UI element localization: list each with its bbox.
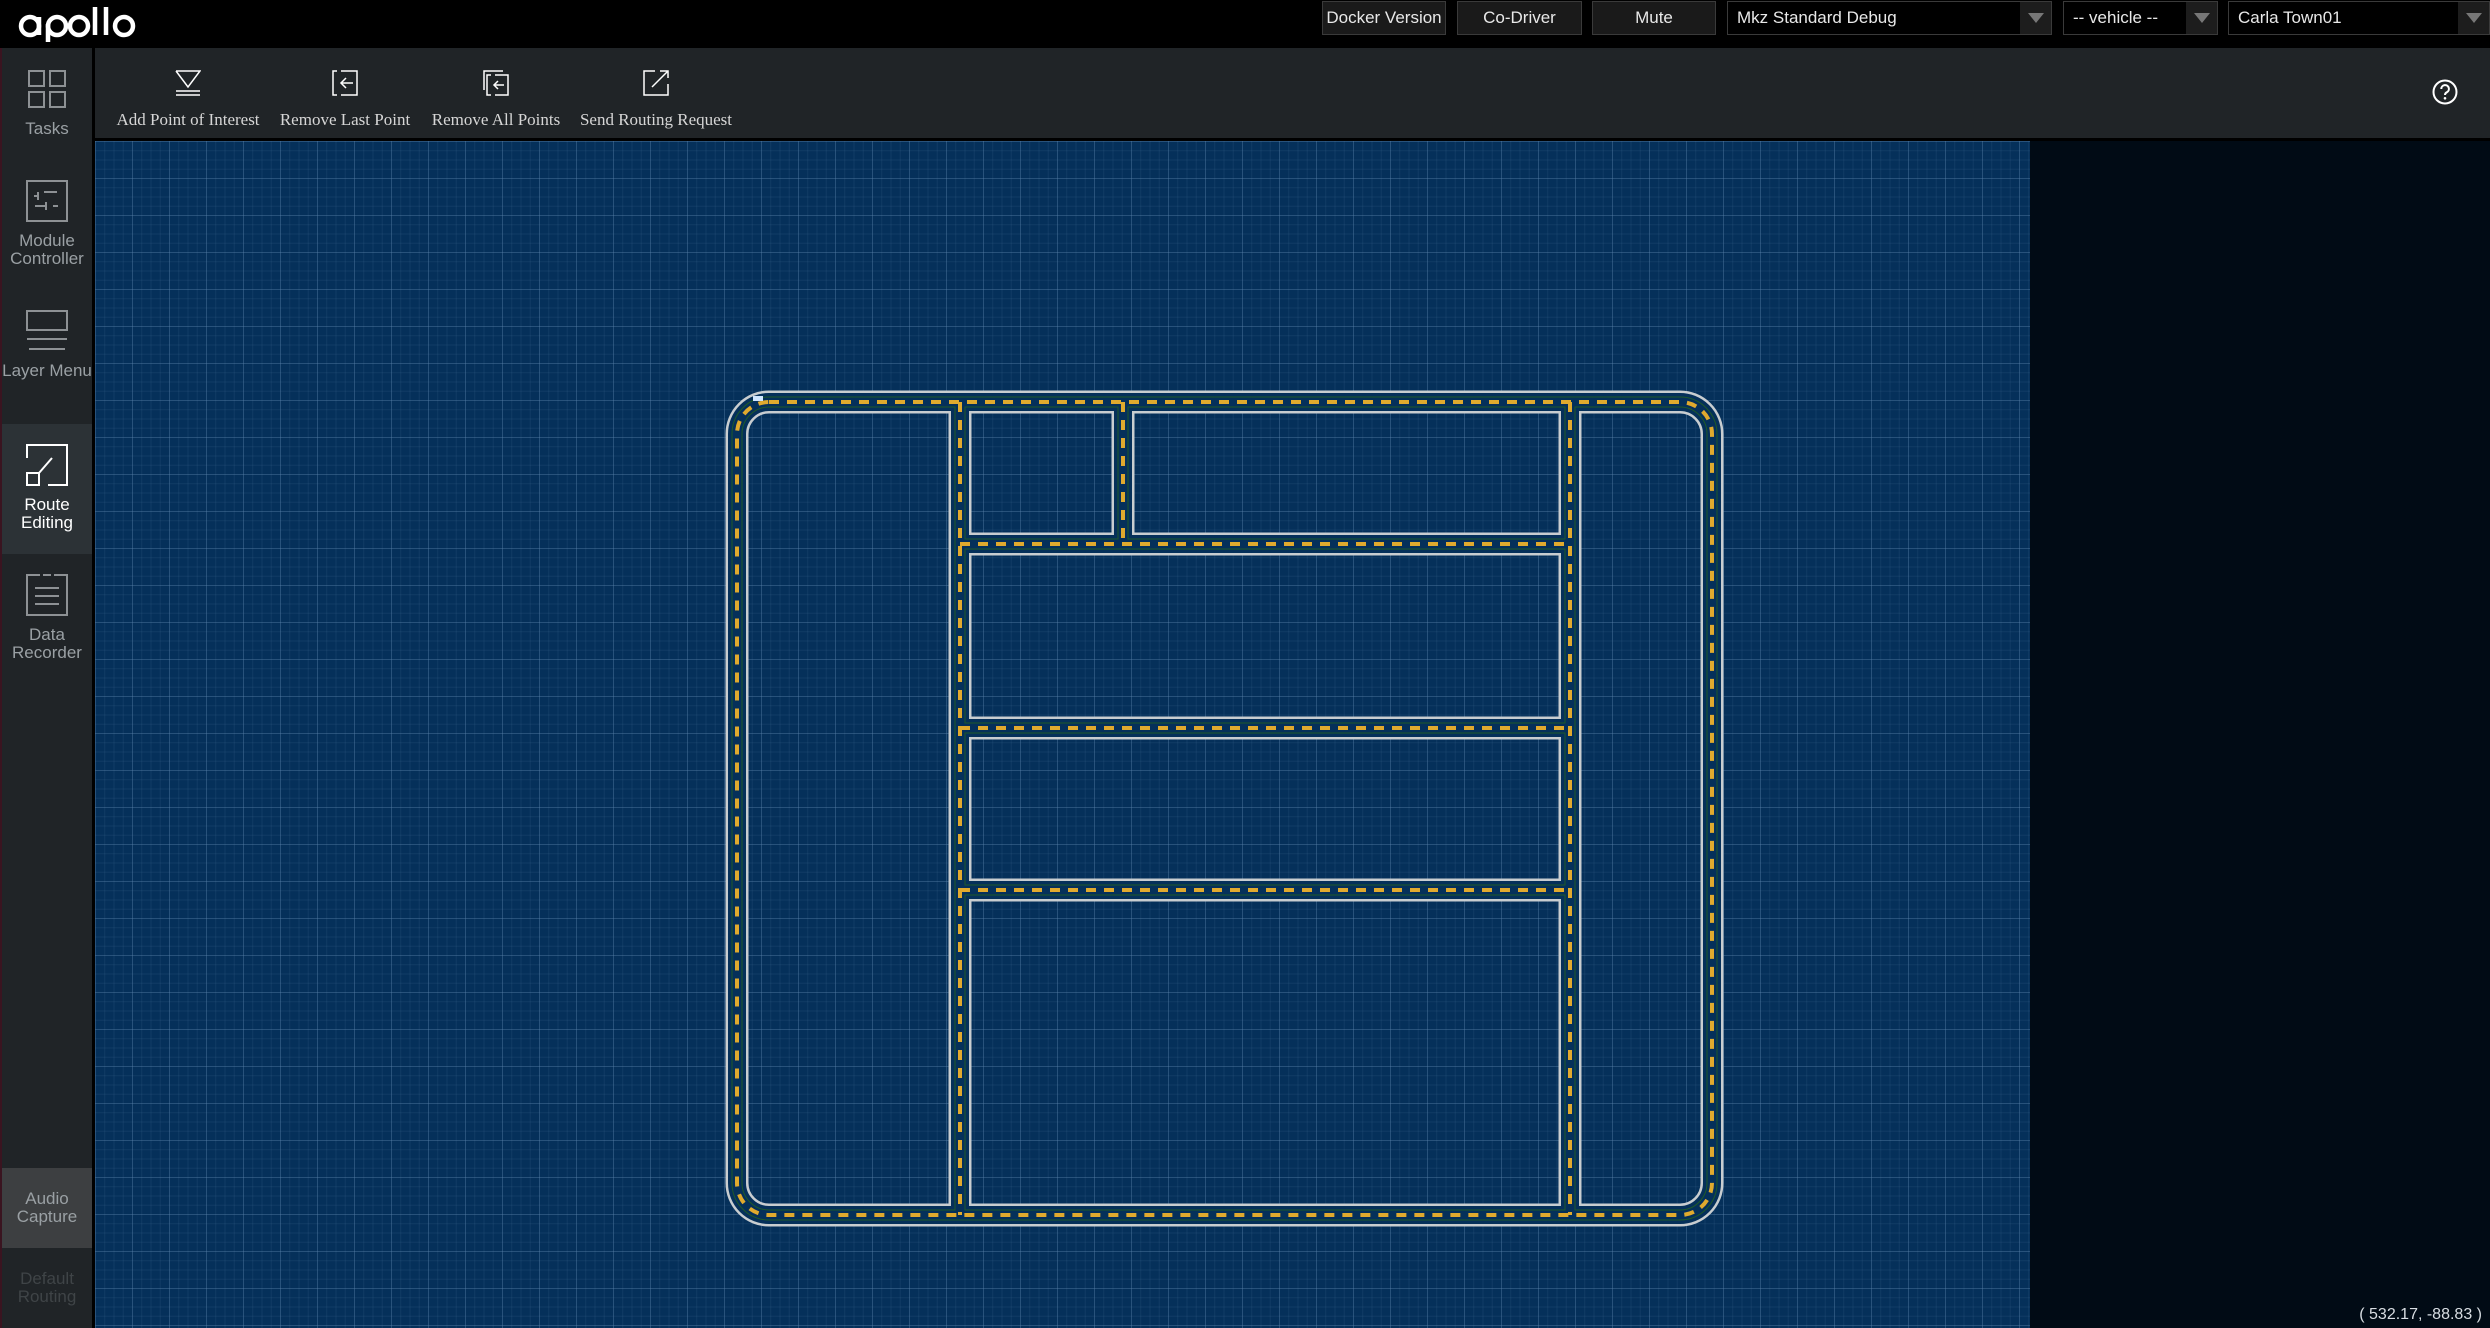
toolbar-button-label: Send Routing Request xyxy=(579,110,733,129)
send-routing-request-button[interactable]: Send Routing Request xyxy=(580,48,732,138)
tasks-icon xyxy=(28,70,66,108)
sidebar-item-tasks[interactable]: Tasks xyxy=(2,48,92,160)
chevron-down-icon xyxy=(2458,2,2489,34)
remove-all-points-icon xyxy=(483,70,509,96)
sidebar-item-label: Module Controller xyxy=(10,231,84,268)
sidebar-item-audio-capture[interactable]: Audio Capture xyxy=(2,1168,92,1248)
sidebar-item-label: Tasks xyxy=(25,119,69,138)
vehicle-select-value: -- vehicle -- xyxy=(2073,8,2159,27)
sidebar-item-label: Data Recorder xyxy=(12,625,82,662)
map-select-value: Carla Town01 xyxy=(2238,8,2342,27)
vehicle-marker xyxy=(753,396,763,401)
remove-last-point-icon xyxy=(332,70,358,96)
map-select[interactable]: Carla Town01 xyxy=(2228,1,2490,35)
add-point-icon xyxy=(175,70,201,96)
mode-select[interactable]: Mkz Standard Debug xyxy=(1727,1,2052,35)
toolbar-button-label: Remove Last Point xyxy=(279,110,411,129)
co-driver-button[interactable]: Co-Driver xyxy=(1457,1,1582,35)
route-editing-toolbar: Add Point of Interest Remove Last Point … xyxy=(95,48,2490,138)
sidebar-item-data-recorder[interactable]: Data Recorder xyxy=(2,554,92,684)
toolbar-button-label: Add Point of Interest xyxy=(116,110,260,129)
mode-select-value: Mkz Standard Debug xyxy=(1737,8,1897,27)
sidebar-item-default-routing[interactable]: Default Routing xyxy=(2,1248,92,1328)
remove-last-point-button[interactable]: Remove Last Point xyxy=(279,48,411,138)
cursor-coordinate-readout: ( 532.17, -88.83 ) xyxy=(2359,1306,2482,1323)
map-canvas[interactable] xyxy=(95,141,2030,1328)
help-icon[interactable] xyxy=(2432,79,2458,105)
add-point-of-interest-button[interactable]: Add Point of Interest xyxy=(116,48,260,138)
module-controller-icon xyxy=(26,180,68,222)
vehicle-select[interactable]: -- vehicle -- xyxy=(2063,1,2218,35)
chevron-down-icon xyxy=(2186,2,2217,34)
data-recorder-icon xyxy=(26,574,68,616)
sidebar: Tasks Module Controller Layer Menu Route… xyxy=(0,48,95,1328)
docker-version-button[interactable]: Docker Version xyxy=(1322,1,1446,35)
apollo-logo xyxy=(18,7,136,42)
send-routing-icon xyxy=(643,70,669,96)
sidebar-item-route-editing[interactable]: Route Editing xyxy=(2,424,92,554)
sidebar-item-layer-menu[interactable]: Layer Menu xyxy=(2,290,92,420)
sidebar-item-label: Layer Menu xyxy=(2,361,92,380)
sidebar-item-label: Default Routing xyxy=(17,1269,77,1306)
side-panel: ( 532.17, -88.83 ) xyxy=(2030,141,2490,1328)
toolbar-button-label: Remove All Points xyxy=(431,110,561,129)
sidebar-item-label: Route Editing xyxy=(21,495,73,532)
chevron-down-icon xyxy=(2020,2,2051,34)
road-network xyxy=(725,390,1724,1227)
layer-menu-icon xyxy=(26,310,68,350)
top-bar: Docker Version Co-Driver Mute Mkz Standa… xyxy=(0,0,2490,48)
sidebar-item-module-controller[interactable]: Module Controller xyxy=(2,160,92,290)
sidebar-item-label: Audio Capture xyxy=(16,1189,78,1226)
remove-all-points-button[interactable]: Remove All Points xyxy=(431,48,561,138)
mute-button[interactable]: Mute xyxy=(1592,1,1716,35)
route-editing-icon xyxy=(26,444,68,486)
